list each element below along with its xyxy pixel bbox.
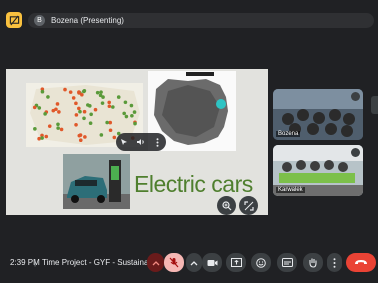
more-vert-icon[interactable] bbox=[351, 148, 360, 157]
pointer-icon[interactable] bbox=[118, 136, 130, 148]
emoji-icon bbox=[256, 257, 266, 268]
zoom-icon[interactable] bbox=[217, 196, 236, 215]
mic-off-icon bbox=[169, 257, 179, 268]
camera-options-button[interactable] bbox=[186, 253, 202, 272]
fullscreen-icon[interactable] bbox=[239, 196, 258, 215]
meeting-title: Time Project - GYF - Sustaina... bbox=[42, 258, 156, 267]
separator: | bbox=[34, 258, 37, 267]
participant-name: Bozena bbox=[276, 131, 301, 137]
camera-icon bbox=[207, 259, 217, 266]
present-button[interactable] bbox=[226, 253, 246, 272]
volume-icon[interactable] bbox=[135, 136, 147, 148]
reactions-button[interactable] bbox=[251, 253, 271, 272]
participant-tile[interactable]: Karwalek bbox=[273, 145, 363, 196]
slide-title: Electric cars bbox=[134, 171, 253, 197]
more-vert-icon bbox=[333, 257, 336, 268]
raise-hand-icon bbox=[309, 258, 317, 268]
presenter-banner: B Bozena (Presenting) bbox=[28, 13, 374, 28]
mic-toggle-button[interactable] bbox=[164, 253, 184, 272]
participant-name: Karwalek bbox=[276, 187, 305, 193]
side-panel-handle[interactable] bbox=[371, 96, 378, 114]
end-call-button[interactable] bbox=[346, 253, 376, 272]
captions-icon bbox=[281, 258, 293, 267]
mic-options-button[interactable] bbox=[147, 253, 164, 272]
presenter-label: Bozena (Presenting) bbox=[51, 16, 124, 25]
camera-toggle-button[interactable] bbox=[202, 253, 222, 272]
present-screen-icon bbox=[6, 12, 22, 28]
more-options-button[interactable] bbox=[327, 253, 342, 272]
more-vert-icon[interactable] bbox=[152, 136, 164, 148]
slide-controls bbox=[116, 133, 166, 151]
more-vert-icon[interactable] bbox=[351, 92, 360, 101]
raise-hand-button[interactable] bbox=[303, 253, 323, 272]
participant-tile[interactable]: Bozena bbox=[273, 89, 363, 140]
car-charging-photo bbox=[63, 154, 130, 209]
captions-button[interactable] bbox=[277, 253, 297, 272]
chevron-up-icon bbox=[190, 260, 198, 265]
end-call-icon bbox=[355, 260, 367, 264]
chevron-up-icon bbox=[152, 260, 159, 265]
present-icon bbox=[230, 258, 242, 267]
shared-slide: Electric cars bbox=[6, 69, 268, 215]
presenter-avatar: B bbox=[34, 15, 45, 26]
